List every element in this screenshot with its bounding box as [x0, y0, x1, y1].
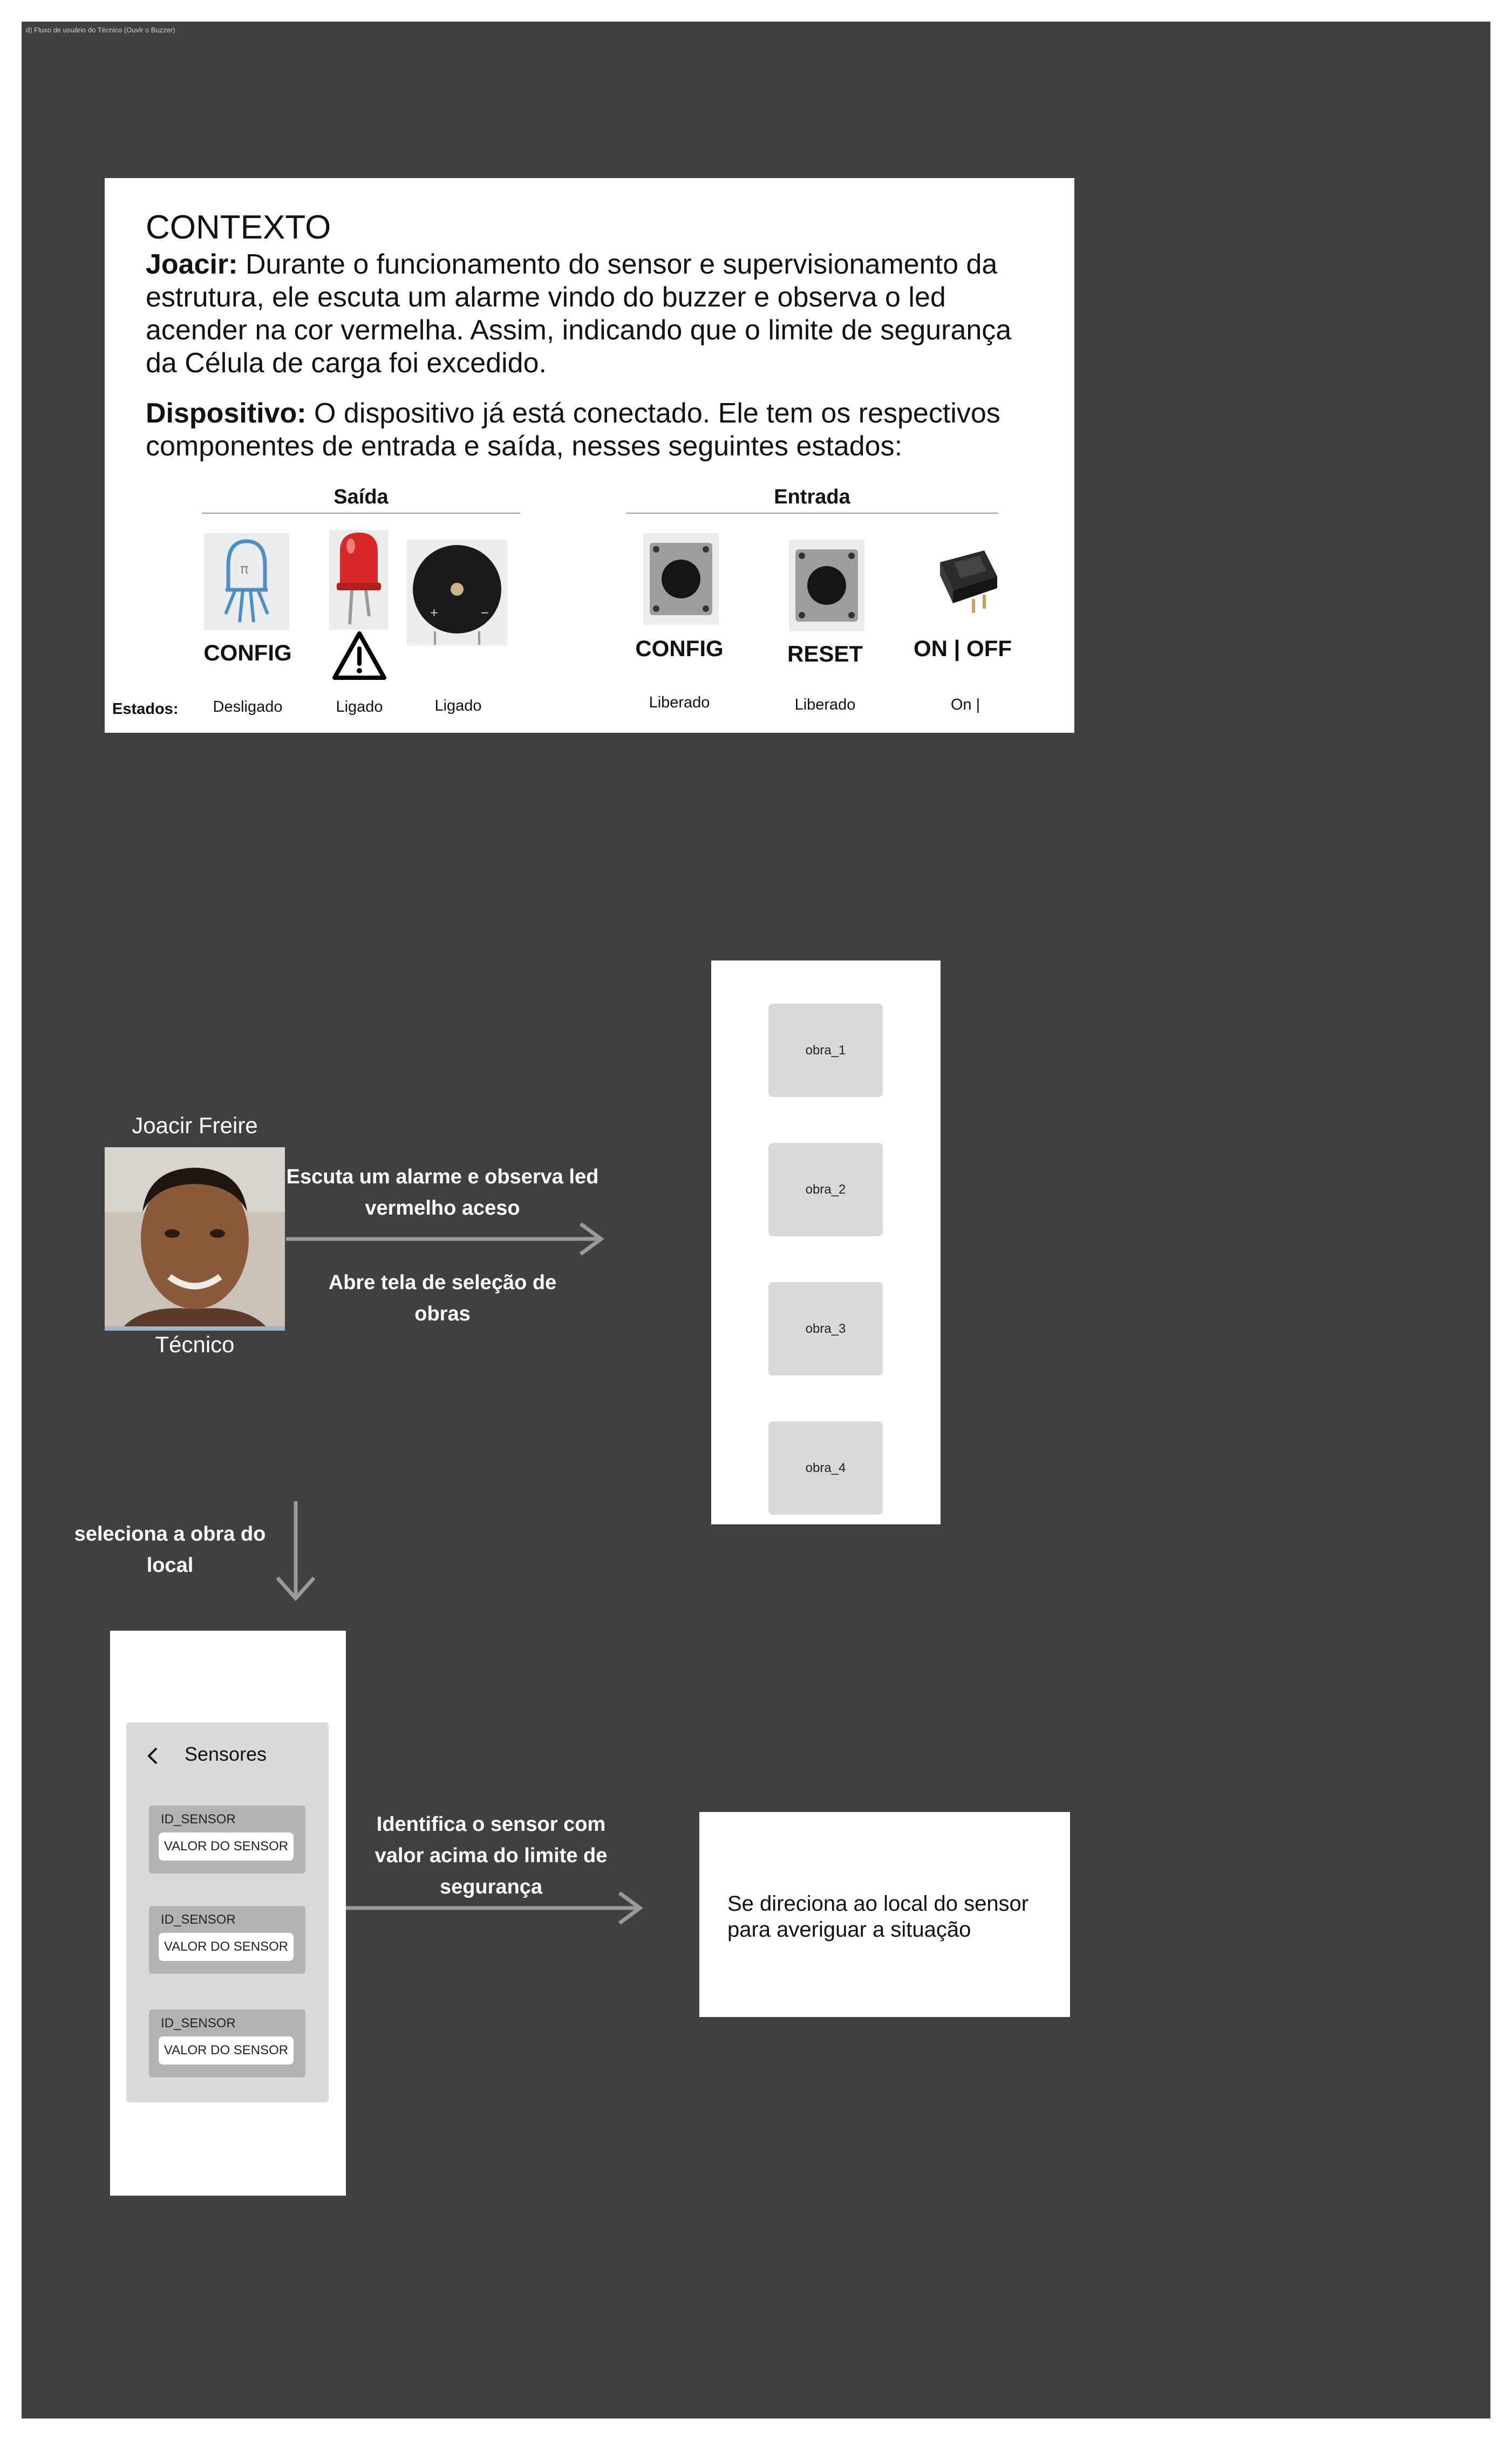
buzzer-icon: + − — [407, 540, 507, 646]
persona-name: Joacir Freire — [132, 1113, 258, 1138]
svg-text:−: − — [480, 606, 489, 619]
input-group-title: Entrada — [774, 486, 850, 508]
step3-label: Identifica o sensor com valor acima do l… — [374, 1813, 608, 1898]
output-group-title: Saída — [333, 486, 389, 508]
output-divider — [202, 513, 520, 514]
obra-button[interactable]: obra_3 — [768, 1282, 883, 1375]
obra-button[interactable]: obra_1 — [768, 1004, 883, 1097]
on-off-state: On | — [950, 696, 980, 713]
step1-action-label: Escuta um alarme e observa led vermelho … — [286, 1166, 599, 1220]
sensor-id: ID_SENSOR — [161, 1812, 236, 1827]
sensor-id: ID_SENSOR — [161, 1912, 236, 1927]
device-label: Dispositivo: — [146, 398, 307, 429]
context-title: CONTEXTO — [146, 209, 331, 246]
reset-label: RESET — [787, 641, 863, 666]
sensor-card[interactable]: ID_SENSOR VALOR DO SENSOR — [149, 1906, 305, 1974]
output-config-state: Desligado — [213, 698, 283, 716]
obras-selection-screen: obra_1 obra_2 obra_3 obra_4 — [711, 960, 941, 1524]
frame-title: d) Fluxo de usuário do Técnico (Ouvir o … — [26, 26, 175, 34]
states-label: Estados: — [112, 700, 179, 718]
sensor-card[interactable]: ID_SENSOR VALOR DO SENSOR — [149, 1806, 305, 1873]
sensors-panel: Sensores ID_SENSOR VALOR DO SENSOR ID_SE… — [126, 1722, 329, 2102]
persona-avatar — [105, 1147, 285, 1330]
warning-icon — [331, 630, 387, 681]
red-led-icon — [329, 530, 389, 630]
step3-arrow — [346, 1891, 645, 1925]
input-divider — [626, 513, 998, 514]
rocker-switch-icon — [930, 541, 1006, 616]
svg-text:π: π — [240, 561, 249, 577]
reset-button-icon — [789, 540, 864, 631]
reset-state: Liberado — [794, 696, 856, 713]
sensor-value: VALOR DO SENSOR — [159, 2036, 294, 2065]
step2-arrow — [274, 1501, 317, 1604]
sensors-title: Sensores — [185, 1743, 267, 1765]
sensor-id: ID_SENSOR — [161, 2016, 236, 2031]
config-button-icon — [643, 533, 719, 625]
persona-role: Técnico — [155, 1332, 235, 1357]
sensor-value: VALOR DO SENSOR — [159, 1832, 294, 1861]
step1-result-label: Abre tela de seleção de obras — [328, 1271, 557, 1325]
output-config-label: CONFIG — [203, 640, 292, 665]
rgb-led-icon: π — [204, 533, 289, 630]
input-config-label: CONFIG — [635, 636, 724, 661]
sensors-header: Sensores — [126, 1728, 329, 1776]
red-led-state: Ligado — [336, 698, 383, 716]
sensors-screen: Sensores ID_SENSOR VALOR DO SENSOR ID_SE… — [110, 1631, 346, 2196]
step1-arrow — [286, 1222, 610, 1256]
persona-label: Joacir: — [146, 249, 238, 280]
final-action-text: Se direciona ao local do sensor para ave… — [727, 1892, 1029, 1941]
context-device-paragraph: Dispositivo: O dispositivo já está conec… — [146, 397, 1041, 463]
input-config-state: Liberado — [649, 694, 710, 711]
obra-button[interactable]: obra_2 — [768, 1143, 883, 1236]
final-action-box: Se direciona ao local do sensor para ave… — [699, 1812, 1070, 2017]
buzzer-state: Ligado — [434, 697, 482, 714]
back-chevron-icon[interactable] — [145, 1745, 161, 1767]
svg-text:+: + — [430, 606, 439, 619]
obra-button[interactable]: obra_4 — [768, 1421, 883, 1515]
sensor-value: VALOR DO SENSOR — [159, 1933, 294, 1961]
step2-label: seleciona a obra do local — [74, 1523, 266, 1577]
persona-text: Durante o funcionamento do sensor e supe… — [146, 249, 1012, 379]
on-off-label: ON | OFF — [913, 636, 1012, 661]
context-card: CONTEXTO Joacir: Durante o funcionamento… — [105, 178, 1074, 733]
sensor-card[interactable]: ID_SENSOR VALOR DO SENSOR — [149, 2009, 305, 2077]
avatar-underline — [105, 1326, 285, 1331]
context-persona-paragraph: Joacir: Durante o funcionamento do senso… — [146, 248, 1041, 380]
